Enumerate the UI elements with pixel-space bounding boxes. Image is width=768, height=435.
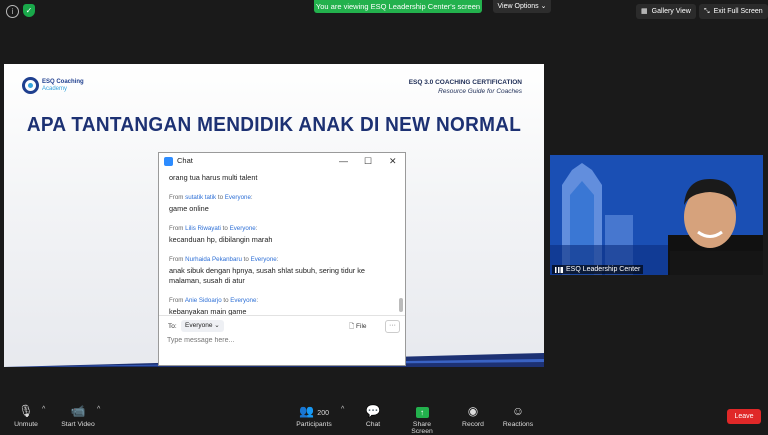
zoom-app-icon [164, 157, 173, 166]
chevron-down-icon: ⌄ [540, 3, 547, 10]
chat-message-list[interactable]: orang tua harus multi talent From sutati… [169, 173, 391, 328]
participants-label: Participants [296, 421, 332, 428]
speaker-name: ESQ Leadership Center [566, 266, 641, 273]
share-screen-button[interactable]: ↑ Share Screen [402, 403, 442, 435]
share-screen-icon: ↑ [415, 407, 429, 418]
sharing-banner: You are viewing ESQ Leadership Center's … [314, 0, 482, 13]
chat-icon: 💬 [365, 404, 381, 418]
chat-label: Chat [365, 421, 381, 428]
signal-strength-icon [555, 266, 563, 273]
leave-button[interactable]: Leave [727, 409, 761, 424]
shield-icon[interactable]: ✓ [23, 4, 35, 17]
close-icon[interactable]: ✕ [389, 155, 397, 167]
participants-icon: 👥 200 [299, 404, 329, 418]
message-header: From Anie Sidoarjo to Everyone: [169, 297, 259, 304]
start-video-label: Start Video [61, 421, 95, 428]
gallery-view-label: Gallery View [651, 8, 691, 15]
start-video-button[interactable]: 📹 Start Video [60, 403, 96, 428]
chat-message-input[interactable] [167, 337, 392, 344]
logo-line-2: Academy [42, 85, 68, 92]
recipient-value: Everyone [185, 322, 213, 329]
video-off-icon: 📹 [70, 404, 86, 418]
audio-options-caret-icon[interactable]: ^ [42, 406, 45, 413]
file-label: File [356, 323, 367, 330]
chat-title: Chat [177, 156, 193, 165]
view-options-button[interactable]: View Options ⌄ [493, 0, 551, 13]
message-header: From Lilis Riwayati to Everyone: [169, 225, 258, 232]
participants-caret-icon[interactable]: ^ [341, 406, 344, 413]
certification-title: ESQ 3.0 COACHING CERTIFICATION [408, 79, 522, 86]
file-button[interactable]: 🗋 File [349, 322, 367, 333]
to-label: To: [168, 323, 177, 330]
message-text: game online [169, 204, 209, 213]
chat-message: From Nurhaida Pekanbaru to Everyone: ana… [169, 256, 391, 286]
meeting-toolbar: 🎙 Unmute ^ 📹 Start Video ^ 👥 200 Partici… [0, 398, 768, 435]
logo-line-1: ESQ Coaching [42, 78, 84, 85]
speaker-name-label: ESQ Leadership Center [552, 265, 644, 274]
chat-title-bar[interactable]: Chat — ☐ ✕ [159, 153, 405, 170]
unmute-button[interactable]: 🎙 Unmute [12, 403, 40, 428]
slide-heading: APA TANTANGAN MENDIDIK ANAK DI NEW NORMA… [26, 114, 522, 137]
minimize-icon[interactable]: — [339, 155, 348, 167]
gallery-view-button[interactable]: ▦ Gallery View [636, 4, 696, 19]
academy-logo: ESQ Coaching Academy [22, 77, 84, 94]
message-header: From Nurhaida Pekanbaru to Everyone: [169, 256, 279, 263]
chat-divider [159, 315, 405, 316]
chat-message: From Lilis Riwayati to Everyone: kecandu… [169, 225, 391, 245]
chat-window[interactable]: Chat — ☐ ✕ orang tua harus multi talent … [158, 152, 406, 366]
message-text: anak sibuk dengan hpnya, susah shlat sub… [169, 266, 365, 285]
message-header: From sutatik tatik to Everyone: [169, 194, 253, 201]
chat-message: From Anie Sidoarjo to Everyone: kebanyak… [169, 297, 391, 317]
maximize-icon[interactable]: ☐ [364, 155, 372, 167]
message-text: kecanduan hp, dibilangin marah [169, 235, 273, 244]
chevron-down-icon: ⌄ [214, 322, 220, 329]
exit-full-screen-button[interactable]: ⤡ Exit Full Screen [699, 4, 768, 19]
chat-message: orang tua harus multi talent [169, 173, 391, 183]
recipient-dropdown[interactable]: Everyone ⌄ [181, 320, 224, 332]
record-icon: ◉ [467, 404, 479, 418]
chat-button[interactable]: 💬 Chat [362, 403, 384, 428]
logo-mark-icon [22, 77, 39, 94]
microphone-muted-icon: 🎙 [18, 404, 34, 418]
exit-fullscreen-icon: ⤡ [704, 8, 710, 15]
more-options-button[interactable]: ··· [385, 320, 400, 333]
speaker-video-tile[interactable]: ESQ Leadership Center [550, 155, 763, 275]
view-options-label: View Options [497, 3, 539, 10]
video-options-caret-icon[interactable]: ^ [97, 406, 100, 413]
share-screen-label: Share Screen [411, 421, 433, 435]
chat-scrollbar[interactable] [399, 298, 403, 312]
participants-count: 200 [317, 410, 329, 417]
reactions-label: Reactions [502, 421, 534, 428]
chat-message: From sutatik tatik to Everyone: game onl… [169, 194, 391, 214]
record-button[interactable]: ◉ Record [461, 403, 485, 428]
participants-button[interactable]: 👥 200 Participants [296, 403, 332, 428]
certification-subtitle: Resource Guide for Coaches [438, 88, 522, 95]
grid-icon: ▦ [641, 8, 648, 15]
message-text: orang tua harus multi talent [169, 173, 258, 182]
exit-full-screen-label: Exit Full Screen [713, 8, 763, 15]
file-icon: 🗋 [349, 323, 355, 330]
reactions-icon: ☺ [511, 404, 525, 418]
top-bar: i ✓ You are viewing ESQ Leadership Cente… [0, 0, 768, 22]
unmute-label: Unmute [14, 421, 38, 428]
info-icon[interactable]: i [6, 5, 19, 18]
record-label: Record [462, 421, 484, 428]
video-feed [550, 155, 763, 275]
reactions-button[interactable]: ☺ Reactions [502, 403, 534, 428]
